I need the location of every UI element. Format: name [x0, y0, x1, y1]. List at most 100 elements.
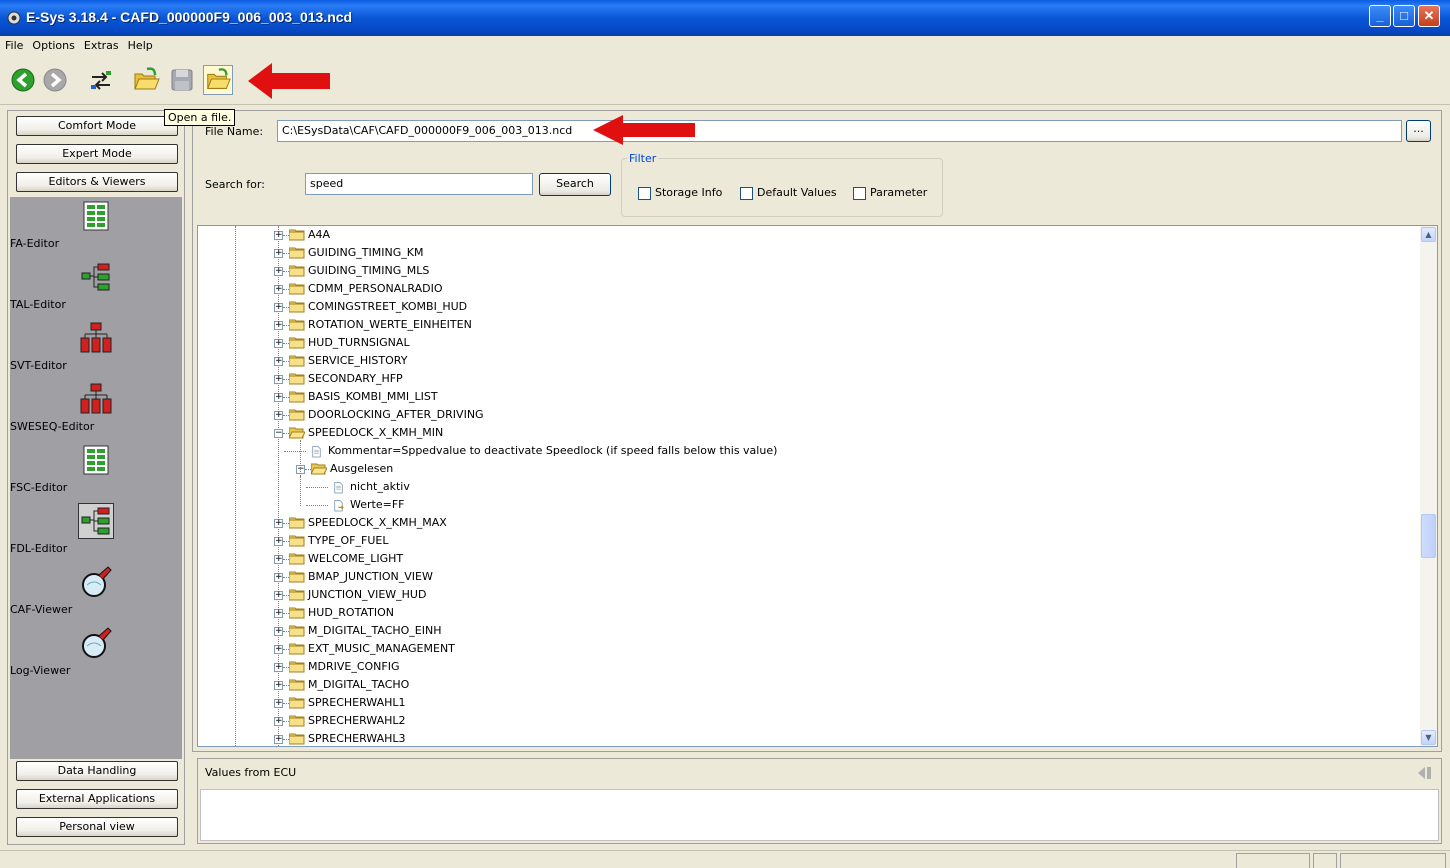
scroll-down-icon[interactable]: ▼ — [1421, 730, 1436, 745]
tree-folder-node[interactable]: + SPRECHERWAHL1 — [198, 694, 1398, 712]
tree-folder-node[interactable]: + BASIS_KOMBI_MMI_LIST — [198, 388, 1398, 406]
fdl-editor-tool[interactable]: FDL-Editor — [10, 503, 182, 555]
storage-info-checkbox[interactable]: Storage Info — [638, 186, 722, 200]
save-icon[interactable] — [167, 65, 197, 95]
tree-folder-node[interactable]: + A4A — [198, 226, 1398, 244]
menu-options[interactable]: Options — [27, 36, 78, 52]
expand-icon[interactable]: + — [274, 375, 283, 384]
personal-view-button[interactable]: Personal view — [16, 817, 178, 837]
expand-icon[interactable]: + — [274, 357, 283, 366]
expand-icon[interactable]: + — [274, 411, 283, 420]
svt-editor-tool[interactable]: SVT-Editor — [10, 321, 182, 372]
tree-node-label: SPRECHERWAHL1 — [308, 696, 406, 709]
tree-folder-node[interactable]: + ROTATION_WERTE_EINHEITEN — [198, 316, 1398, 334]
open-folder-icon[interactable] — [131, 65, 161, 95]
expand-icon[interactable]: + — [274, 735, 283, 744]
tree-folder-node[interactable]: + CDMM_PERSONALRADIO — [198, 280, 1398, 298]
search-button[interactable]: Search — [539, 173, 611, 196]
svt-editor-label: SVT-Editor — [10, 359, 67, 372]
menu-extras[interactable]: Extras — [79, 36, 123, 52]
tree-node-label: DOORLOCKING_AFTER_DRIVING — [308, 408, 484, 421]
fsc-editor-tool[interactable]: FSC-Editor — [10, 443, 182, 494]
tree-folder-node[interactable]: + WELCOME_LIGHT — [198, 550, 1398, 568]
tree-folder-node[interactable]: + EXT_MUSIC_MANAGEMENT — [198, 640, 1398, 658]
tree-folder-node[interactable]: + M_DIGITAL_TACHO — [198, 676, 1398, 694]
expand-icon[interactable]: + — [274, 555, 283, 564]
sweseq-editor-tool[interactable]: SWESEQ-Editor — [10, 382, 182, 433]
tree-folder-node[interactable]: + SPRECHERWAHL2 — [198, 712, 1398, 730]
maximize-button[interactable]: □ — [1393, 5, 1415, 27]
tree-folder-node[interactable]: + HUD_ROTATION — [198, 604, 1398, 622]
expand-icon[interactable]: + — [274, 699, 283, 708]
tree-folder-node[interactable]: + M_DIGITAL_TACHO_EINH — [198, 622, 1398, 640]
back-icon[interactable] — [8, 65, 38, 95]
tree-folder-node[interactable]: + JUNCTION_VIEW_HUD — [198, 586, 1398, 604]
browse-button[interactable]: ... — [1406, 120, 1431, 142]
collapse-icon[interactable]: − — [274, 429, 283, 438]
tree-folder-node[interactable]: + GUIDING_TIMING_MLS — [198, 262, 1398, 280]
search-input[interactable]: speed — [305, 173, 533, 195]
default-values-checkbox[interactable]: Default Values — [740, 186, 837, 200]
caf-viewer-tool[interactable]: CAF-Viewer — [10, 565, 182, 616]
tree-guide-line — [300, 476, 301, 506]
expert-mode-button[interactable]: Expert Mode — [16, 144, 178, 164]
tree-folder-node[interactable]: − Ausgelesen — [198, 460, 1398, 478]
tal-editor-tool[interactable]: TAL-Editor — [10, 260, 182, 311]
expand-icon[interactable]: + — [274, 591, 283, 600]
expand-icon[interactable]: + — [274, 519, 283, 528]
external-applications-button[interactable]: External Applications — [16, 789, 178, 809]
expand-icon[interactable]: + — [274, 249, 283, 258]
expand-icon[interactable]: + — [274, 663, 283, 672]
minimize-button[interactable]: _ — [1369, 5, 1391, 27]
menu-file[interactable]: File — [0, 36, 27, 52]
tree-leaf-node[interactable]: Werte=FF — [198, 496, 1398, 514]
tree-folder-node[interactable]: + SPRECHERWAHL3 — [198, 730, 1398, 746]
tree-folder-node[interactable]: + TYPE_OF_FUEL — [198, 532, 1398, 550]
expand-icon[interactable]: + — [274, 627, 283, 636]
expand-icon[interactable]: + — [274, 267, 283, 276]
tree-leaf-node[interactable]: Kommentar=Sppedvalue to deactivate Speed… — [198, 442, 1398, 460]
tree-folder-node[interactable]: + SECONDARY_HFP — [198, 370, 1398, 388]
open-file-icon[interactable] — [203, 65, 233, 95]
expand-icon[interactable]: + — [274, 303, 283, 312]
tree-folder-node[interactable]: + MDRIVE_CONFIG — [198, 658, 1398, 676]
menu-help[interactable]: Help — [123, 36, 157, 52]
expand-icon[interactable]: + — [274, 645, 283, 654]
tree-folder-node[interactable]: + COMINGSTREET_KOMBI_HUD — [198, 298, 1398, 316]
expand-icon[interactable]: + — [274, 231, 283, 240]
scroll-up-icon[interactable]: ▲ — [1421, 227, 1436, 242]
parameter-tree[interactable]: + A4A + GUIDING_TIMING_KM + GUIDING_TIMING_ML… — [197, 225, 1438, 747]
comfort-mode-button[interactable]: Comfort Mode — [16, 116, 178, 136]
editors-viewers-button[interactable]: Editors & Viewers — [16, 172, 178, 192]
fa-editor-tool[interactable]: FA-Editor — [10, 199, 182, 250]
parameter-checkbox[interactable]: Parameter — [853, 186, 927, 200]
expand-icon[interactable]: + — [274, 573, 283, 582]
expand-icon[interactable]: + — [274, 537, 283, 546]
expand-icon[interactable]: + — [274, 321, 283, 330]
connect-icon[interactable] — [86, 65, 116, 95]
expand-icon[interactable]: + — [274, 681, 283, 690]
tree-folder-node[interactable]: + GUIDING_TIMING_KM — [198, 244, 1398, 262]
tree-folder-node[interactable]: + HUD_TURNSIGNAL — [198, 334, 1398, 352]
tree-folder-node[interactable]: + SPEEDLOCK_X_KMH_MAX — [198, 514, 1398, 532]
scroll-thumb[interactable] — [1421, 514, 1436, 558]
tree-folder-node[interactable]: + SERVICE_HISTORY — [198, 352, 1398, 370]
close-button[interactable]: ✕ — [1418, 5, 1440, 27]
tree-folder-node[interactable]: + BMAP_JUNCTION_VIEW — [198, 568, 1398, 586]
tree-leaf-node[interactable]: nicht_aktiv — [198, 478, 1398, 496]
tree-node-label: BMAP_JUNCTION_VIEW — [308, 570, 433, 583]
file-name-field[interactable]: C:\ESysData\CAF\CAFD_000000F9_006_003_01… — [277, 120, 1402, 142]
tree-folder-node[interactable]: + DOORLOCKING_AFTER_DRIVING — [198, 406, 1398, 424]
expand-icon[interactable]: + — [274, 609, 283, 618]
tree-folder-node[interactable]: − SPEEDLOCK_X_KMH_MIN — [198, 424, 1398, 442]
forward-icon[interactable] — [40, 65, 70, 95]
expand-icon[interactable]: + — [274, 339, 283, 348]
data-handling-button[interactable]: Data Handling — [16, 761, 178, 781]
expand-icon[interactable]: + — [274, 393, 283, 402]
status-panel-1 — [1236, 853, 1310, 868]
log-viewer-tool[interactable]: Log-Viewer — [10, 626, 182, 677]
collapse-icon[interactable] — [1415, 765, 1433, 781]
expand-icon[interactable]: + — [274, 717, 283, 726]
expand-icon[interactable]: + — [274, 285, 283, 294]
vertical-scrollbar[interactable]: ▲ ▼ — [1420, 226, 1437, 746]
